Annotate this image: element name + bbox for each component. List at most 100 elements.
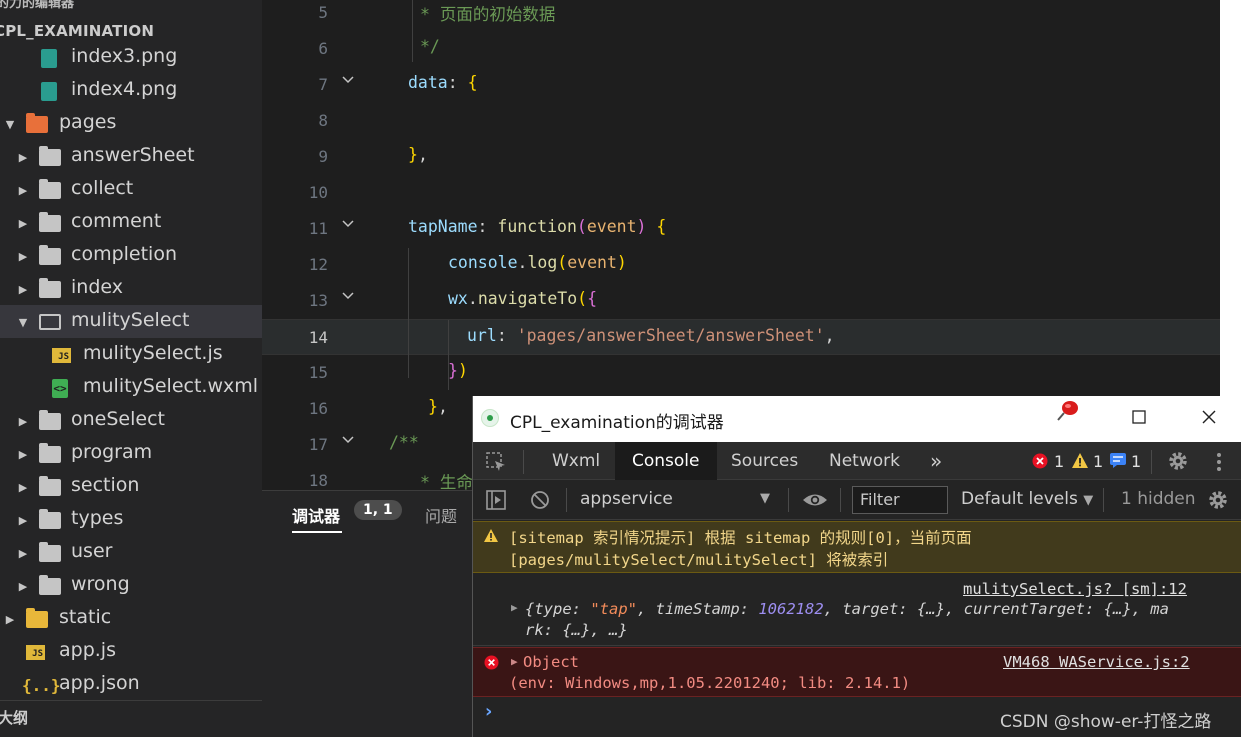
toolbar-separator — [788, 488, 789, 512]
tab-debugger[interactable]: 调试器 — [292, 503, 340, 527]
chevron-right-icon[interactable]: ▶ — [17, 580, 29, 593]
close-button[interactable] — [1198, 406, 1220, 428]
code-line[interactable]: 14 url: 'pages/answerSheet/answerSheet', — [262, 319, 1220, 355]
log-object-line1[interactable]: {type: "tap", timeStamp: 1062182, target… — [525, 600, 1169, 618]
tree-item[interactable]: ▶ program — [0, 437, 262, 470]
tree-item[interactable]: ▼ pages — [0, 107, 262, 140]
tree-item[interactable]: ▶ oneSelect — [0, 404, 262, 437]
tab-network[interactable]: Network — [812, 442, 917, 480]
code-line[interactable]: 12 console.log(event) — [262, 247, 1220, 283]
tree-item[interactable]: ▶ completion — [0, 239, 262, 272]
expand-arrow-icon[interactable]: ▶ — [511, 655, 518, 668]
chevron-right-icon[interactable]: ▶ — [17, 217, 29, 230]
tree-item[interactable]: ▶ comment — [0, 206, 262, 239]
console-settings-gear-icon[interactable] — [1207, 489, 1229, 511]
tab-sources[interactable]: Sources — [714, 442, 815, 480]
chevron-right-icon[interactable]: ▶ — [17, 184, 29, 197]
fold-chevron-icon[interactable] — [340, 72, 356, 88]
chevron-right-icon[interactable]: ▶ — [17, 448, 29, 461]
tab-problems[interactable]: 问题 — [425, 503, 457, 527]
chevron-down-icon[interactable]: ▼ — [17, 316, 29, 329]
chevron-right-icon[interactable]: ▶ — [17, 514, 29, 527]
kebab-menu-icon[interactable] — [1215, 451, 1223, 473]
log-source-link[interactable]: mulitySelect.js? [sm]:12 — [963, 580, 1187, 598]
expand-arrow-icon[interactable]: ▶ — [511, 601, 518, 614]
more-tabs-button[interactable]: » — [913, 442, 959, 480]
tree-item[interactable]: ▶ user — [0, 536, 262, 569]
code-line[interactable]: 13 wx.navigateTo({ — [262, 283, 1220, 319]
hidden-messages-count[interactable]: 1 hidden — [1121, 489, 1196, 509]
code-line[interactable]: 10 — [262, 175, 1220, 211]
tree-item[interactable]: ▶ static — [0, 602, 262, 635]
tree-item[interactable]: ▶ wrong — [0, 569, 262, 602]
tree-item[interactable]: ▶ answerSheet — [0, 140, 262, 173]
chevron-right-icon[interactable]: ▶ — [17, 151, 29, 164]
pin-icon[interactable] — [1055, 398, 1081, 422]
context-dropdown-icon[interactable]: ▼ — [760, 491, 770, 506]
tree-item[interactable]: ▼ mulitySelect — [0, 305, 262, 338]
sidebar-toggle-icon[interactable] — [485, 489, 507, 511]
tree-item-label: types — [71, 507, 124, 529]
tree-item-label: completion — [71, 243, 178, 265]
info-message-icon[interactable] — [1110, 453, 1126, 468]
error-icon[interactable] — [1032, 453, 1048, 469]
indent-guide — [448, 320, 449, 390]
line-number: 12 — [308, 255, 328, 274]
tree-item[interactable]: ▶ types — [0, 503, 262, 536]
clear-console-icon[interactable] — [529, 489, 551, 511]
code-line[interactable]: 6 */ — [262, 31, 1220, 67]
tab-console[interactable]: Console — [615, 442, 717, 480]
line-number: 5 — [318, 3, 328, 22]
error-label[interactable]: Object — [523, 653, 579, 671]
inspect-element-icon[interactable] — [485, 451, 507, 473]
chevron-right-icon[interactable]: ▶ — [4, 613, 16, 626]
tree-item[interactable]: <> mulitySelect.wxml — [0, 371, 262, 404]
tree-item[interactable]: JS app.js — [0, 635, 262, 668]
chevron-right-icon[interactable]: ▶ — [17, 283, 29, 296]
code-line[interactable]: 11 tapName: function(event) { — [262, 211, 1220, 247]
code-line[interactable]: 9}, — [262, 139, 1220, 175]
code-line[interactable]: 5 * 页面的初始数据 — [262, 0, 1220, 31]
eye-icon[interactable] — [802, 490, 828, 510]
context-selector[interactable]: appservice — [580, 489, 673, 509]
line-number: 15 — [308, 363, 328, 382]
code-line[interactable]: 8 — [262, 103, 1220, 139]
gear-icon[interactable] — [1167, 450, 1189, 472]
code-line[interactable]: 7 data: { — [262, 67, 1220, 103]
chevron-right-icon[interactable]: ▶ — [17, 415, 29, 428]
warning-icon[interactable] — [1071, 452, 1089, 469]
tree-item[interactable]: JS mulitySelect.js — [0, 338, 262, 371]
tree-item[interactable]: {..} app.json — [0, 668, 262, 701]
folder-icon — [39, 244, 61, 266]
tree-item[interactable]: index3.png — [0, 41, 262, 74]
fold-chevron-icon[interactable] — [340, 288, 356, 304]
console-prompt[interactable]: › — [485, 701, 492, 722]
code-line[interactable]: 15}) — [262, 355, 1220, 391]
active-tab-indicator — [292, 531, 342, 533]
tree-item-label: oneSelect — [71, 408, 165, 430]
tree-item[interactable]: ▶ collect — [0, 173, 262, 206]
maximize-button[interactable] — [1128, 406, 1150, 428]
tree-item-label: comment — [71, 210, 162, 232]
fold-chevron-icon[interactable] — [340, 216, 356, 232]
folder-icon — [39, 409, 61, 431]
fold-chevron-icon[interactable] — [340, 432, 356, 448]
log-levels-dropdown[interactable]: Default levels ▼ — [961, 489, 1093, 509]
tree-item-label: app.json — [59, 672, 140, 694]
chevron-right-icon[interactable]: ▶ — [17, 481, 29, 494]
filter-input[interactable]: Filter — [852, 486, 948, 514]
chevron-right-icon[interactable]: ▶ — [17, 250, 29, 263]
chevron-right-icon[interactable]: ▶ — [17, 547, 29, 560]
error-source-link[interactable]: VM468 WAService.js:2 — [1003, 653, 1190, 671]
tree-item[interactable]: index4.png — [0, 74, 262, 107]
tree-item[interactable]: ▶ index — [0, 272, 262, 305]
tree-item[interactable]: ▶ section — [0, 470, 262, 503]
tab-wxml[interactable]: Wxml — [535, 442, 617, 480]
image-file-icon — [41, 48, 57, 68]
outline-section[interactable]: 大纲 — [0, 700, 262, 737]
folder-icon — [39, 178, 61, 200]
toolbar-separator — [566, 488, 567, 512]
line-number: 8 — [318, 111, 328, 130]
chevron-down-icon[interactable]: ▼ — [4, 118, 16, 131]
warning-text-line2: [pages/mulitySelect/mulitySelect] 将被索引 — [509, 551, 889, 569]
